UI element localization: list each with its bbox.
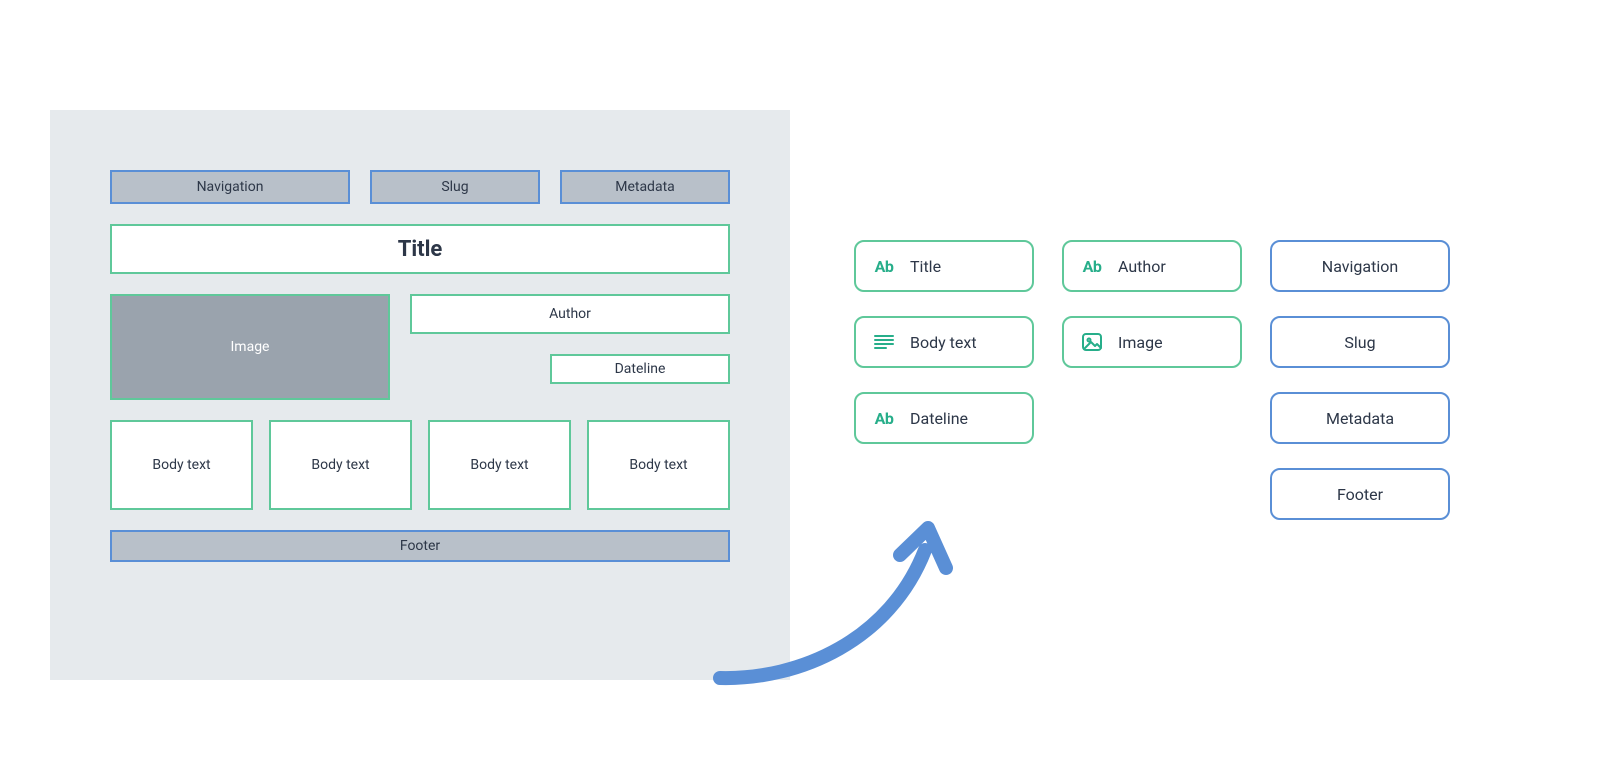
wireframe-title-row: Title	[110, 224, 730, 274]
image-icon	[1080, 330, 1104, 354]
wireframe-body-text-region[interactable]: Body text	[110, 420, 253, 510]
wireframe-metadata-region[interactable]: Metadata	[560, 170, 730, 204]
ab-icon: Ab	[872, 254, 896, 278]
ab-icon: Ab	[1080, 254, 1104, 278]
palette-label: Author	[1118, 257, 1224, 276]
palette-item-metadata[interactable]: Metadata	[1270, 392, 1450, 444]
wireframe-title-region[interactable]: Title	[110, 224, 730, 274]
palette-column-1: Ab Title Body text Ab Dateline	[854, 240, 1034, 520]
wireframe-image-region[interactable]: Image	[110, 294, 390, 400]
palette-label: Navigation	[1288, 257, 1432, 276]
wireframe-top-row: Navigation Slug Metadata	[110, 170, 730, 204]
wireframe-dateline-region[interactable]: Dateline	[550, 354, 730, 384]
palette-label: Footer	[1288, 485, 1432, 504]
palette-item-title[interactable]: Ab Title	[854, 240, 1034, 292]
palette-item-navigation[interactable]: Navigation	[1270, 240, 1450, 292]
component-palette: Ab Title Body text Ab Dateline Ab Author	[854, 240, 1450, 520]
palette-label: Slug	[1288, 333, 1432, 352]
wireframe-slug-region[interactable]: Slug	[370, 170, 540, 204]
palette-label: Body text	[910, 333, 1016, 352]
wireframe-body-text-region[interactable]: Body text	[587, 420, 730, 510]
palette-label: Metadata	[1288, 409, 1432, 428]
palette-item-image[interactable]: Image	[1062, 316, 1242, 368]
palette-item-footer[interactable]: Footer	[1270, 468, 1450, 520]
palette-label: Image	[1118, 333, 1224, 352]
wireframe-image-author-row: Image Author Dateline	[110, 294, 730, 400]
wireframe-body-text-region[interactable]: Body text	[269, 420, 412, 510]
palette-label: Title	[910, 257, 1016, 276]
palette-item-dateline[interactable]: Ab Dateline	[854, 392, 1034, 444]
paragraph-lines-icon	[872, 330, 896, 354]
wireframe-author-region[interactable]: Author	[410, 294, 730, 334]
wireframe-author-column: Author Dateline	[410, 294, 730, 400]
wireframe-navigation-region[interactable]: Navigation	[110, 170, 350, 204]
palette-item-body-text[interactable]: Body text	[854, 316, 1034, 368]
wireframe-body-text-region[interactable]: Body text	[428, 420, 571, 510]
palette-item-author[interactable]: Ab Author	[1062, 240, 1242, 292]
wireframe-canvas: Navigation Slug Metadata Title Image Aut…	[50, 110, 790, 680]
ab-icon: Ab	[872, 406, 896, 430]
palette-column-3: Navigation Slug Metadata Footer	[1270, 240, 1450, 520]
wireframe-footer-row: Footer	[110, 530, 730, 562]
palette-column-2: Ab Author Image	[1062, 240, 1242, 520]
wireframe-body-row: Body text Body text Body text Body text	[110, 420, 730, 510]
palette-item-slug[interactable]: Slug	[1270, 316, 1450, 368]
wireframe-footer-region[interactable]: Footer	[110, 530, 730, 562]
palette-label: Dateline	[910, 409, 1016, 428]
